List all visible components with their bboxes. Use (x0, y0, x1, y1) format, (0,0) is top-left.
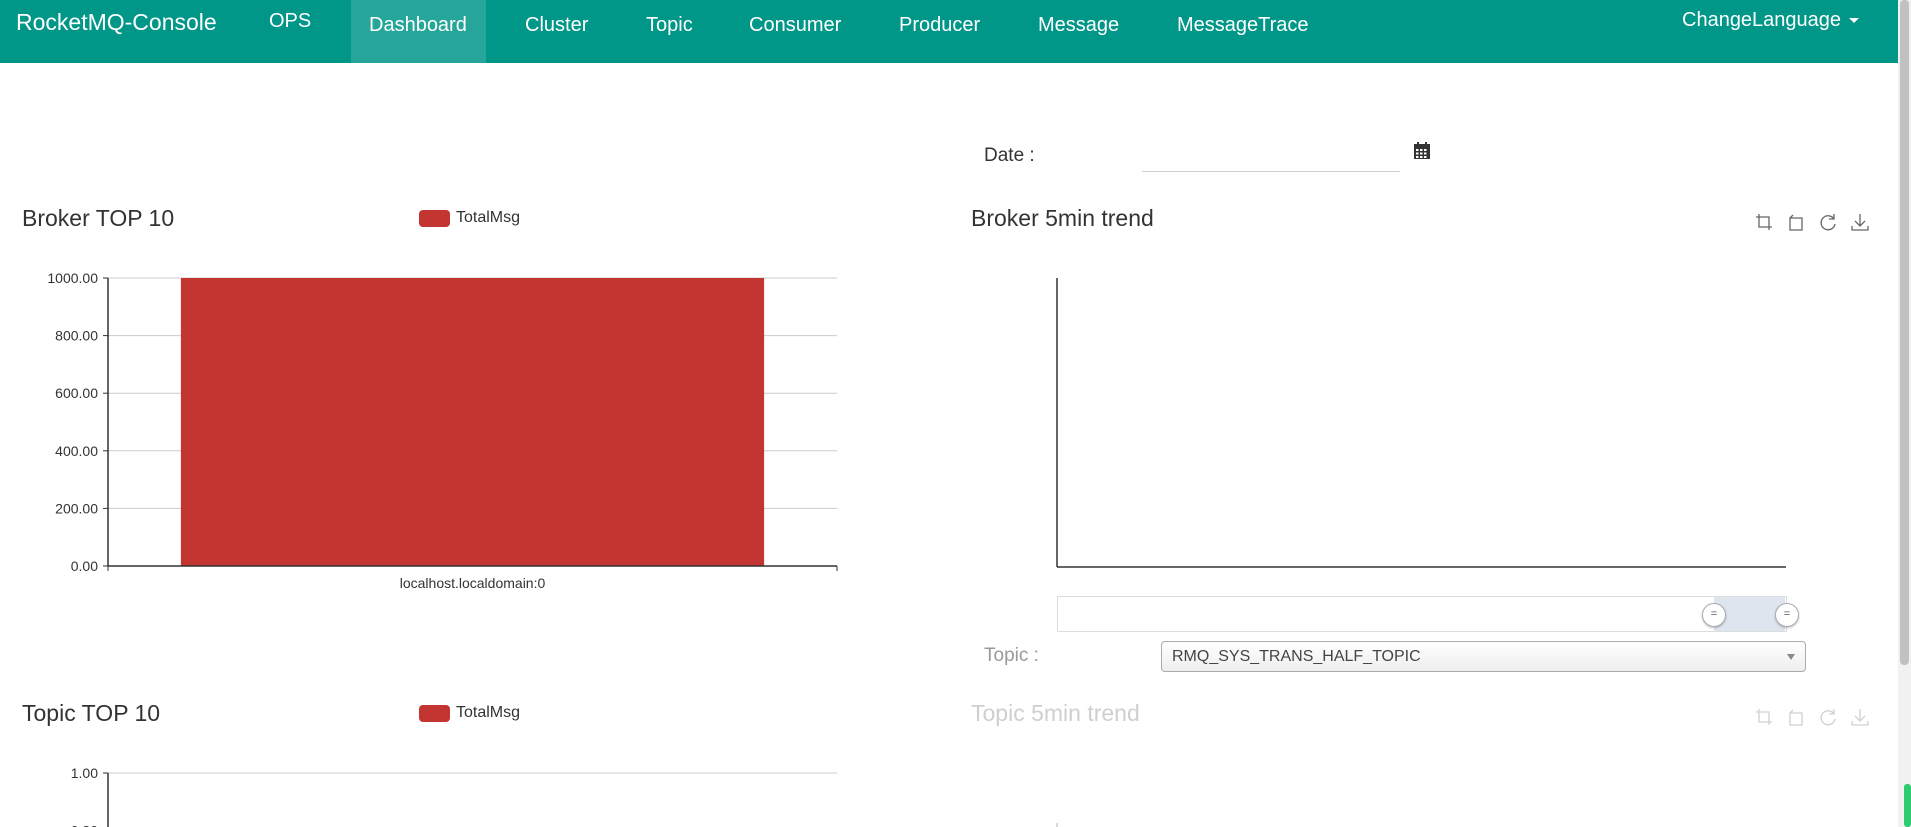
y-tick-label: 600.00 (55, 385, 98, 401)
y-tick-label: 800.00 (55, 328, 98, 344)
caret-down-icon (1849, 18, 1860, 24)
date-label: Date : (984, 145, 1035, 166)
y-tick-label: 1.00 (71, 765, 98, 781)
topic-select[interactable]: RMQ_SYS_TRANS_HALF_TOPIC (1161, 641, 1806, 672)
y-tick-label: 400.00 (55, 443, 98, 459)
brand-logo[interactable]: RocketMQ-Console (16, 9, 217, 36)
zoom-reset-icon[interactable] (1786, 707, 1806, 727)
change-language-label: ChangeLanguage (1682, 9, 1842, 31)
broker-trend-chart (1056, 278, 1786, 568)
topic-trend-chart (1056, 823, 1058, 827)
topic-trend-title: Topic 5min trend (971, 700, 1140, 726)
legend-label: TotalMsg (456, 704, 521, 721)
zoom-reset-icon[interactable] (1786, 212, 1806, 232)
nav-message[interactable]: Message (1020, 0, 1137, 63)
restore-icon[interactable] (1818, 212, 1838, 232)
legend-label: TotalMsg (456, 209, 521, 226)
topic-top10-title: Topic TOP 10 (22, 700, 161, 726)
nav-dashboard[interactable]: Dashboard (351, 0, 486, 63)
legend-swatch-icon (419, 704, 450, 722)
y-tick-label: 0.00 (71, 558, 98, 574)
select-arrow-icon (1787, 654, 1795, 660)
bar (180, 278, 765, 566)
save-image-icon[interactable] (1850, 707, 1870, 727)
scroll-indicator (1904, 784, 1911, 827)
broker-top10-chart: 0.00 200.00 400.00 600.00 800.00 1000.00 local… (47, 270, 838, 591)
calendar-icon[interactable] (1413, 142, 1431, 160)
legend-swatch-icon (419, 209, 450, 227)
nav-ops[interactable]: OPS (251, 0, 329, 63)
save-image-icon[interactable] (1850, 212, 1870, 232)
x-tick-label: localhost.localdomain:0 (400, 575, 546, 591)
topic-top10-legend[interactable]: TotalMsg (419, 704, 520, 722)
restore-icon[interactable] (1818, 707, 1838, 727)
date-input[interactable] (1142, 143, 1400, 172)
data-zoom-icon[interactable] (1754, 212, 1774, 232)
change-language-dropdown[interactable]: ChangeLanguage (1682, 9, 1860, 32)
nav-topic[interactable]: Topic (628, 0, 711, 63)
topic-top10-chart: 1.00 0.80 (71, 765, 837, 827)
scrollbar-thumb[interactable] (1900, 0, 1909, 665)
y-tick-label: 0.80 (71, 823, 98, 827)
nav-messagetrace[interactable]: MessageTrace (1159, 0, 1327, 63)
data-zoom-icon[interactable] (1754, 707, 1774, 727)
nav-cluster[interactable]: Cluster (507, 0, 606, 63)
topic-select-value: RMQ_SYS_TRANS_HALF_TOPIC (1172, 648, 1421, 665)
broker-top10-legend[interactable]: TotalMsg (419, 209, 520, 227)
y-tick-label: 200.00 (55, 500, 98, 516)
topic-label: Topic : (984, 645, 1039, 666)
datazoom-handle-left-icon[interactable]: = (1702, 603, 1726, 627)
y-tick-label: 1000.00 (47, 270, 98, 286)
topic-trend-toolbox (1754, 707, 1870, 727)
broker-trend-title: Broker 5min trend (971, 205, 1154, 231)
nav-producer[interactable]: Producer (881, 0, 998, 63)
datazoom-handle-right-icon[interactable]: = (1775, 603, 1799, 627)
nav-consumer[interactable]: Consumer (731, 0, 859, 63)
datazoom-slider[interactable] (1057, 596, 1787, 632)
broker-top10-title: Broker TOP 10 (22, 205, 175, 231)
top-navbar: RocketMQ-Console OPS Dashboard Cluster T… (0, 0, 1898, 63)
broker-trend-toolbox (1754, 212, 1870, 232)
